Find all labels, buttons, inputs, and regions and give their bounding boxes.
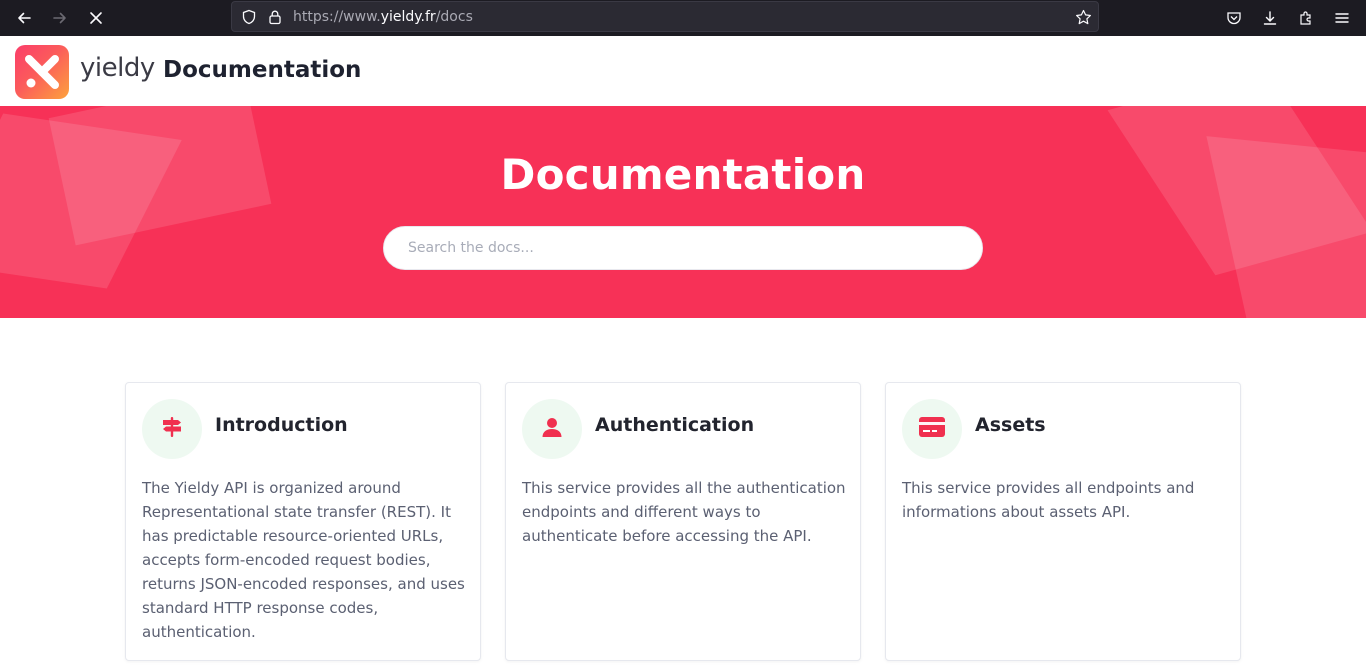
- stop-loading-icon[interactable]: [84, 6, 108, 30]
- card-description: This service provides all the authentica…: [522, 479, 846, 545]
- card-assets[interactable]: Assets This service provides all endpoin…: [885, 382, 1241, 661]
- signpost-icon: [160, 415, 184, 443]
- header-title: Documentation: [163, 57, 362, 83]
- card-description: This service provides all endpoints and …: [902, 479, 1195, 521]
- address-bar[interactable]: https://www.yieldy.fr/docs: [231, 1, 1099, 32]
- lock-icon[interactable]: [266, 8, 284, 26]
- card-icon-wrap: [902, 399, 962, 459]
- extensions-icon[interactable]: [1294, 6, 1318, 30]
- site-header: yieldy Documentation: [0, 36, 1366, 106]
- yieldy-logo-icon[interactable]: [15, 45, 69, 99]
- hero-banner: Documentation: [0, 106, 1366, 318]
- search-box[interactable]: [383, 226, 983, 270]
- card-title[interactable]: Assets: [975, 414, 1046, 436]
- user-icon: [540, 415, 564, 443]
- card-icon-wrap: [142, 399, 202, 459]
- download-icon[interactable]: [1258, 6, 1282, 30]
- card-authentication[interactable]: Authentication This service provides all…: [505, 382, 861, 661]
- url-path: /docs: [435, 9, 473, 25]
- url-host: yieldy.fr: [380, 9, 436, 25]
- menu-icon[interactable]: [1330, 6, 1354, 30]
- card-description: The Yieldy API is organized around Repre…: [142, 479, 465, 641]
- card-introduction[interactable]: Introduction The Yieldy API is organized…: [125, 382, 481, 661]
- forward-arrow-icon[interactable]: [48, 6, 72, 30]
- search-input[interactable]: [408, 227, 968, 269]
- page-title: Documentation: [500, 150, 866, 199]
- credit-card-icon: [918, 416, 946, 442]
- card-title[interactable]: Authentication: [595, 414, 754, 436]
- pocket-icon[interactable]: [1222, 6, 1246, 30]
- logo-wordmark[interactable]: yieldy: [80, 53, 155, 83]
- url-prefix: https://www.: [293, 9, 381, 25]
- bookmark-star-icon[interactable]: [1074, 8, 1092, 26]
- back-arrow-icon[interactable]: [12, 6, 36, 30]
- card-icon-wrap: [522, 399, 582, 459]
- shield-icon[interactable]: [240, 8, 258, 26]
- url-text[interactable]: https://www.yieldy.fr/docs: [293, 9, 473, 25]
- card-title[interactable]: Introduction: [215, 414, 348, 436]
- browser-toolbar: https://www.yieldy.fr/docs: [0, 0, 1366, 36]
